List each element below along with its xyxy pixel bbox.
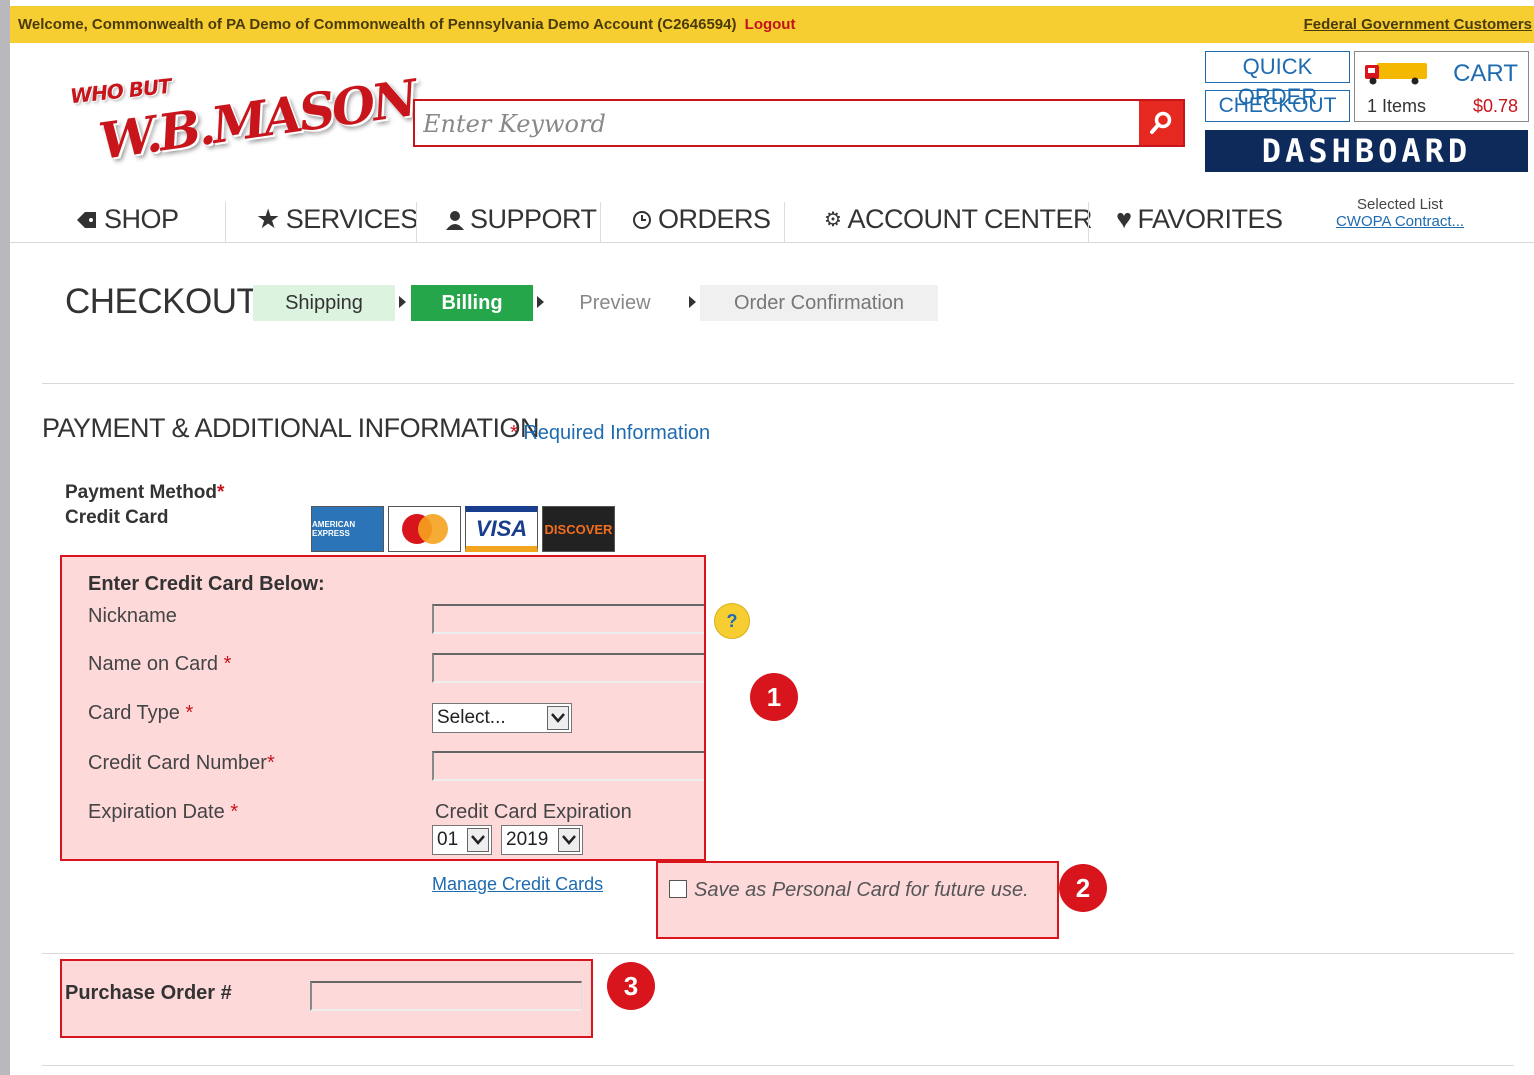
nav-divider bbox=[784, 202, 785, 242]
card-number-label: Credit Card Number* bbox=[88, 752, 275, 774]
nav-label: SHOP bbox=[104, 204, 179, 234]
cart-total: $0.78 bbox=[1472, 96, 1518, 116]
cart-widget[interactable]: CART 1 Items $0.78 bbox=[1354, 51, 1529, 122]
manage-credit-cards-link[interactable]: Manage Credit Cards bbox=[432, 874, 603, 895]
purchase-order-field[interactable] bbox=[310, 981, 582, 1011]
clock-icon bbox=[633, 210, 651, 229]
card-type-select[interactable]: Select... bbox=[432, 703, 572, 733]
nav-label: SERVICES bbox=[285, 204, 419, 234]
accepted-cards: AMERICAN EXPRESS VISA DISCOVER bbox=[311, 506, 615, 552]
enter-card-heading: Enter Credit Card Below: bbox=[88, 573, 325, 595]
annotation-badge-3: 3 bbox=[607, 962, 655, 1010]
nav-account-center[interactable]: ⚙ ACCOUNT CENTER bbox=[824, 204, 1092, 235]
divider bbox=[42, 953, 1514, 954]
card-type-label: Card Type * bbox=[88, 702, 194, 724]
exp-month-select[interactable]: 01 bbox=[432, 825, 492, 855]
chevron-down-icon bbox=[547, 706, 569, 730]
section-title: PAYMENT & ADDITIONAL INFORMATION bbox=[42, 413, 540, 443]
card-type-value: Select... bbox=[437, 707, 506, 728]
purchase-order-label: Purchase Order # bbox=[65, 982, 232, 1004]
cart-item-count: 1 Items bbox=[1367, 96, 1427, 116]
step-billing: Billing bbox=[411, 285, 533, 321]
nav-divider bbox=[416, 202, 417, 242]
payment-method-value: Credit Card bbox=[65, 507, 169, 528]
checkout-button[interactable]: CHECKOUT bbox=[1205, 90, 1350, 122]
nav-label: SUPPORT bbox=[470, 204, 597, 234]
quick-order-button[interactable]: QUICK ORDER bbox=[1205, 51, 1350, 109]
nav-divider bbox=[1088, 202, 1089, 242]
search-icon bbox=[1150, 111, 1172, 134]
wb-mason-logo[interactable]: WHO BUT W.B.MASON bbox=[62, 68, 418, 171]
page: Welcome, Commonwealth of PA Demo of Comm… bbox=[10, 0, 1534, 1075]
payment-method-label: Payment Method* Credit Card bbox=[65, 482, 225, 528]
step-arrow-icon bbox=[689, 296, 696, 308]
nav-label: FAVORITES bbox=[1137, 204, 1284, 234]
nav-divider bbox=[225, 202, 226, 242]
welcome-text: Welcome, Commonwealth of PA Demo of Comm… bbox=[18, 16, 796, 33]
truck-icon bbox=[1365, 63, 1427, 85]
window-left-edge bbox=[0, 0, 10, 1075]
chevron-down-icon bbox=[558, 828, 580, 852]
chevron-down-icon bbox=[467, 828, 489, 852]
exp-year-select[interactable]: 2019 bbox=[501, 825, 583, 855]
welcome-bar: Welcome, Commonwealth of PA Demo of Comm… bbox=[10, 6, 1534, 43]
step-preview: Preview bbox=[548, 285, 682, 321]
step-arrow-icon bbox=[537, 296, 544, 308]
user-icon bbox=[446, 210, 464, 230]
selected-list: Selected List CWOPA Contract... bbox=[1315, 196, 1485, 230]
search-button[interactable] bbox=[1139, 101, 1183, 145]
save-card-checkbox[interactable] bbox=[669, 880, 687, 898]
mastercard-icon bbox=[388, 506, 461, 552]
nickname-label: Nickname bbox=[88, 605, 177, 627]
nav-shop[interactable]: SHOP bbox=[76, 204, 179, 235]
heart-icon: ♥ bbox=[1116, 204, 1132, 234]
nav-divider bbox=[600, 202, 601, 242]
visa-card-icon: VISA bbox=[465, 506, 538, 552]
save-card-label[interactable]: Save as Personal Card for future use. bbox=[694, 879, 1029, 902]
step-arrow-icon bbox=[399, 296, 406, 308]
exp-month-value: 01 bbox=[437, 829, 459, 850]
amex-card-icon: AMERICAN EXPRESS bbox=[311, 506, 384, 552]
star-icon: ★ bbox=[256, 204, 280, 234]
help-icon[interactable]: ? bbox=[714, 603, 750, 639]
tag-icon bbox=[77, 211, 96, 228]
nav-services[interactable]: ★ SERVICES bbox=[256, 204, 418, 235]
federal-customers-link[interactable]: Federal Government Customers bbox=[1304, 16, 1532, 33]
divider bbox=[42, 1065, 1514, 1066]
cart-label: CART bbox=[1453, 60, 1518, 87]
nav-favorites[interactable]: ♥ FAVORITES bbox=[1116, 204, 1283, 235]
main-nav: SHOP ★ SERVICES SUPPORT ORDERS ⚙ ACCOUNT… bbox=[10, 196, 1534, 243]
page-title: CHECKOUT bbox=[65, 282, 258, 321]
expiration-sublabel: Credit Card Expiration bbox=[435, 801, 632, 823]
required-info-note: * Required Information bbox=[510, 422, 711, 444]
name-on-card-label: Name on Card * bbox=[88, 653, 232, 675]
discover-card-icon: DISCOVER bbox=[542, 506, 615, 552]
selected-list-link[interactable]: CWOPA Contract... bbox=[1315, 213, 1485, 230]
exp-year-value: 2019 bbox=[506, 829, 549, 850]
annotation-badge-1: 1 bbox=[750, 673, 798, 721]
search-input[interactable] bbox=[421, 108, 1125, 140]
logout-link[interactable]: Logout bbox=[745, 16, 796, 33]
step-order-confirmation: Order Confirmation bbox=[700, 285, 938, 321]
expiration-label: Expiration Date * bbox=[88, 801, 239, 823]
divider bbox=[42, 383, 1514, 384]
search-box bbox=[413, 99, 1185, 147]
nickname-field[interactable] bbox=[432, 604, 704, 634]
nav-support[interactable]: SUPPORT bbox=[446, 204, 597, 235]
name-on-card-field[interactable] bbox=[432, 653, 704, 683]
nav-label: ORDERS bbox=[658, 204, 771, 234]
nav-orders[interactable]: ORDERS bbox=[632, 204, 771, 235]
gears-icon: ⚙ bbox=[824, 209, 842, 231]
nav-label: ACCOUNT CENTER bbox=[847, 204, 1092, 234]
step-shipping[interactable]: Shipping bbox=[253, 285, 395, 321]
card-number-field[interactable] bbox=[432, 751, 704, 781]
dashboard-button[interactable]: DASHBOARD bbox=[1205, 130, 1528, 172]
annotation-badge-2: 2 bbox=[1059, 864, 1107, 912]
selected-list-label: Selected List bbox=[1357, 196, 1443, 213]
